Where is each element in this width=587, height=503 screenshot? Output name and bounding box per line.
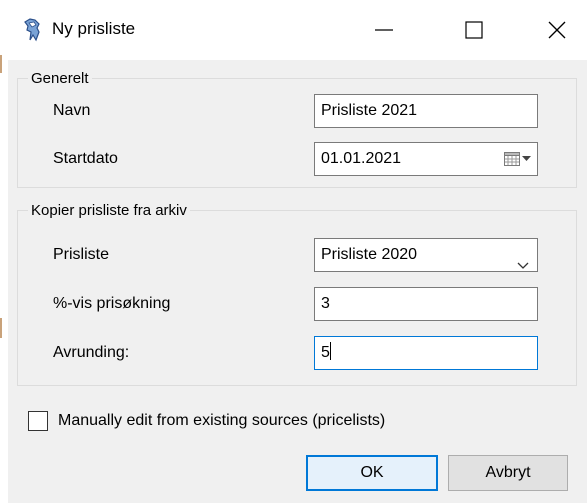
chevron-down-icon[interactable] (517, 250, 529, 271)
title-bar[interactable]: Ny prisliste (8, 0, 587, 60)
ok-button[interactable]: OK (306, 455, 438, 491)
startdate-value: 01.01.2021 (321, 150, 402, 167)
robot-app-icon (22, 18, 42, 42)
rounding-value: 5 (321, 344, 330, 361)
caret-down-icon (522, 156, 531, 161)
rounding-input[interactable]: 5 (314, 336, 538, 370)
pricelist-label: Prisliste (53, 246, 110, 263)
manual-edit-checkbox[interactable] (28, 411, 48, 431)
maximize-button[interactable] (445, 0, 503, 60)
copy-group-title: Kopier prisliste fra arkiv (28, 202, 190, 219)
startdate-label: Startdato (53, 150, 118, 167)
pricelist-select[interactable]: Prisliste 2020 (314, 238, 538, 272)
name-label: Navn (53, 102, 91, 119)
pricelist-selected-value: Prisliste 2020 (321, 246, 418, 263)
general-group-title: Generelt (28, 70, 92, 87)
window-title: Ny prisliste (52, 19, 136, 38)
text-caret (329, 342, 331, 360)
dialog-window: Ny prisliste Generelt Navn Prisliste 202… (8, 0, 587, 503)
close-button[interactable] (528, 0, 586, 60)
minimize-button[interactable] (355, 0, 413, 60)
edge-mark (0, 55, 2, 73)
calendar-icon (504, 152, 520, 166)
cancel-button[interactable]: Avbryt (448, 455, 568, 491)
date-dropdown-button[interactable] (504, 152, 531, 166)
cancel-button-label: Avbryt (485, 464, 531, 481)
increase-label: %-vis prisøkning (53, 295, 171, 312)
name-input[interactable]: Prisliste 2021 (314, 94, 538, 128)
background-edge (0, 0, 8, 503)
ok-button-label: OK (360, 464, 384, 481)
close-icon (548, 21, 566, 39)
manual-edit-label[interactable]: Manually edit from existing sources (pri… (58, 412, 385, 430)
rounding-label: Avrunding: (53, 344, 130, 361)
startdate-picker[interactable]: 01.01.2021 (314, 142, 538, 176)
edge-mark (0, 318, 2, 338)
increase-input[interactable]: 3 (314, 287, 538, 321)
minimize-icon (375, 29, 393, 31)
maximize-icon (465, 21, 483, 39)
